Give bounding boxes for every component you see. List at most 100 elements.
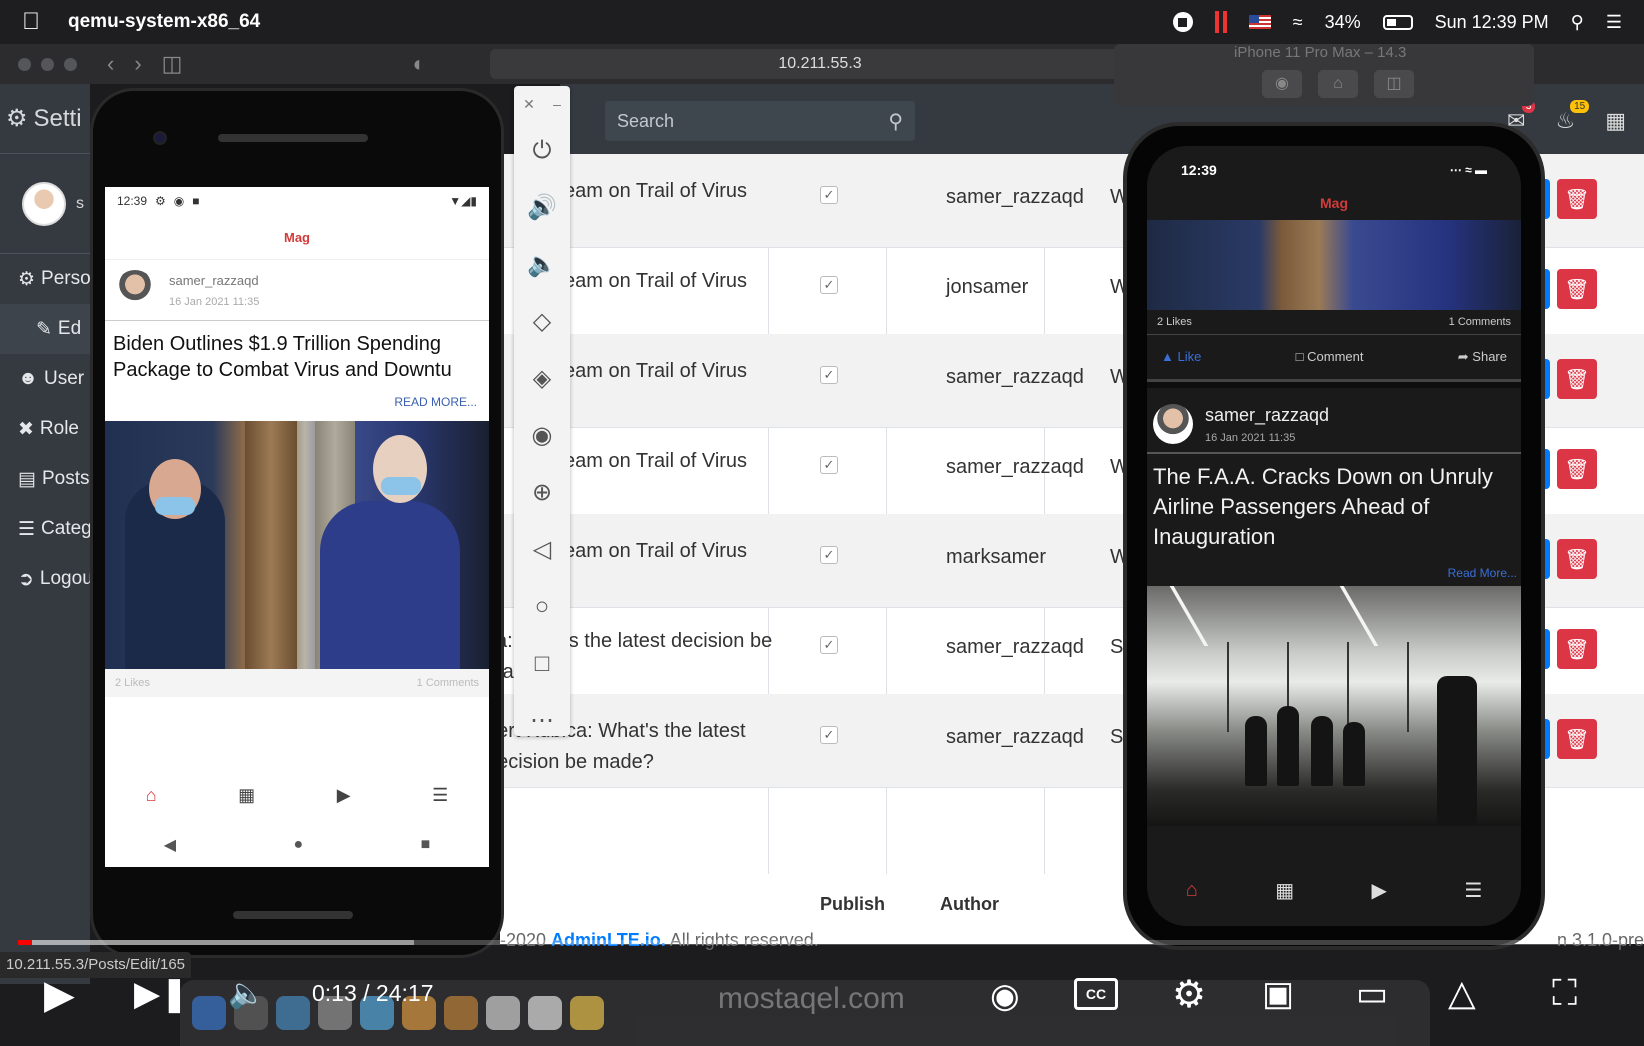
share-button[interactable]: ➦ Share — [1458, 349, 1507, 365]
delete-button[interactable]: 🗑 — [1557, 269, 1597, 309]
ios-post-title[interactable]: The F.A.A. Cracks Down on Unruly Airline… — [1147, 454, 1521, 560]
sidebar-item-edit[interactable]: ✎ Ed — [0, 304, 90, 354]
home-circle-icon[interactable]: ○ — [514, 578, 570, 635]
sidebar-user[interactable]: s — [0, 154, 90, 254]
minimize-icon[interactable]: – — [553, 96, 561, 112]
post-title-cell[interactable]: eam on Trail of Virus — [564, 266, 854, 297]
android-post-header[interactable]: samer_razzaqd 16 Jan 2021 11:35 — [105, 259, 489, 320]
clock[interactable]: Sun 12:39 PM — [1435, 12, 1549, 33]
bell-icon[interactable]: ♨ — [1555, 100, 1589, 134]
home-circle-icon[interactable]: ● — [293, 836, 303, 854]
rotate-right-icon[interactable]: ◈ — [514, 350, 570, 407]
battery-icon[interactable] — [1382, 14, 1413, 30]
recents-icon[interactable]: ■ — [421, 836, 431, 854]
published-checkbox[interactable]: ✓ — [820, 456, 838, 474]
zoom-icon[interactable]: ⊕ — [514, 464, 570, 521]
delete-button[interactable]: 🗑 — [1557, 179, 1597, 219]
cast-icon[interactable]: △ — [1448, 972, 1476, 1014]
sidebar-item-posts[interactable]: ▤ Posts — [0, 454, 90, 504]
forward-icon[interactable]: › — [134, 51, 141, 77]
apple-icon[interactable]:  — [22, 8, 40, 36]
published-checkbox[interactable]: ✓ — [820, 366, 838, 384]
zoom-window-icon[interactable] — [64, 57, 77, 71]
rotate-icon[interactable]: ◫ — [1374, 70, 1414, 98]
captions-icon[interactable]: CC — [1074, 978, 1118, 1010]
finder-icon[interactable] — [192, 996, 226, 1030]
android-read-more-link[interactable]: READ MORE... — [105, 383, 489, 421]
shield-icon[interactable]: ◐ — [412, 51, 425, 77]
ios-post-header[interactable]: samer_razzaqd 16 Jan 2021 11:35 — [1147, 382, 1521, 454]
published-checkbox[interactable]: ✓ — [820, 186, 838, 204]
close-window-icon[interactable] — [18, 57, 31, 71]
power-icon[interactable]: ⏻ — [514, 122, 570, 179]
reminders-icon[interactable] — [528, 996, 562, 1030]
post-title-cell[interactable]: eam on Trail of Virus — [564, 356, 854, 387]
search-icon[interactable]: ⚲ — [888, 109, 903, 134]
volume-up-icon[interactable]: 🔊 — [514, 179, 570, 236]
back-icon[interactable]: ‹ — [107, 51, 114, 77]
grid-icon[interactable]: ▦ — [1605, 108, 1626, 134]
delete-button[interactable]: 🗑 — [1557, 629, 1597, 669]
sidebar-header[interactable]: ⚙ Setti — [0, 84, 90, 154]
gear-icon[interactable]: ⚙ — [1172, 972, 1206, 1017]
record-icon[interactable] — [1172, 12, 1193, 32]
video-icon[interactable]: ▶ — [337, 785, 351, 806]
miniplayer-icon[interactable]: ▣ — [1262, 974, 1294, 1014]
published-checkbox[interactable]: ✓ — [820, 276, 838, 294]
autoplay-toggle-icon[interactable]: ◉ — [990, 976, 1020, 1016]
delete-button[interactable]: 🗑 — [1557, 539, 1597, 579]
home-icon[interactable]: ⌂ — [1186, 879, 1198, 902]
control-center-icon[interactable]: ☰ — [1606, 12, 1622, 33]
pause-icon[interactable] — [1214, 11, 1227, 33]
delete-button[interactable]: 🗑 — [1557, 719, 1597, 759]
screenshot-icon[interactable]: ◉ — [514, 407, 570, 464]
sidebar-item-users[interactable]: ☻ User — [0, 354, 90, 404]
sidebar-item-personal[interactable]: ⚙ Perso — [0, 254, 91, 304]
ios-post-image[interactable] — [1147, 586, 1521, 826]
grid-icon[interactable]: ▦ — [1275, 878, 1294, 903]
flag-icon[interactable] — [1248, 15, 1271, 29]
stickies-icon[interactable] — [570, 996, 604, 1030]
like-button[interactable]: ▲ Like — [1161, 349, 1201, 365]
video-icon[interactable]: ▶ — [1372, 878, 1387, 903]
wifi-icon[interactable]: ≈ — [1293, 12, 1303, 33]
home-icon[interactable]: ⌂ — [1318, 70, 1358, 98]
app-name[interactable]: qemu-system-x86_64 — [68, 11, 260, 33]
search-input[interactable]: Search ⚲ — [605, 101, 915, 141]
spotlight-icon[interactable]: ⚲ — [1571, 12, 1584, 33]
calendar-icon[interactable] — [486, 996, 520, 1030]
android-post-image[interactable] — [105, 421, 489, 669]
post-title-cell[interactable]: eam on Trail of Virus — [564, 536, 854, 567]
volume-down-icon[interactable]: 🔈 — [514, 236, 570, 293]
back-icon[interactable]: ◀ — [164, 835, 176, 855]
ios-read-more-link[interactable]: Read More... — [1147, 560, 1521, 586]
sidebar-item-logout[interactable]: ➲ Logou — [0, 554, 93, 604]
sidebar-item-categories[interactable]: ☰ Categ — [0, 504, 92, 554]
next-icon[interactable]: ▶❚ — [134, 974, 189, 1014]
back-icon[interactable]: ◁ — [514, 521, 570, 578]
ios-post-image[interactable] — [1147, 220, 1521, 310]
rotate-left-icon[interactable]: ◇ — [514, 293, 570, 350]
android-post-title[interactable]: Biden Outlines $1.9 Trillion Spending Pa… — [105, 320, 489, 383]
overview-icon[interactable]: □ — [514, 635, 570, 692]
post-title-cell[interactable]: eam on Trail of Virus — [564, 176, 854, 207]
home-icon[interactable]: ⌂ — [146, 785, 157, 806]
volume-icon[interactable]: 🔈 — [228, 976, 265, 1011]
video-progress-bar[interactable] — [18, 940, 1626, 945]
menu-icon[interactable]: ☰ — [432, 785, 448, 806]
delete-button[interactable]: 🗑 — [1557, 359, 1597, 399]
notes-icon[interactable] — [444, 996, 478, 1030]
grid-icon[interactable]: ▦ — [238, 785, 255, 806]
fullscreen-icon[interactable]: ⛶ — [1552, 972, 1577, 1015]
play-icon[interactable]: ▶ — [44, 972, 75, 1018]
menu-icon[interactable]: ☰ — [1464, 878, 1482, 903]
screenshot-icon[interactable]: ◉ — [1262, 70, 1302, 98]
post-title-cell[interactable]: eam on Trail of Virus — [564, 446, 854, 477]
comment-button[interactable]: □ Comment — [1296, 349, 1364, 365]
published-checkbox[interactable]: ✓ — [820, 726, 838, 744]
sidebar-item-roles[interactable]: ✖ Role — [0, 404, 90, 454]
more-icon[interactable]: ⋯ — [514, 692, 570, 749]
theater-mode-icon[interactable]: ▭ — [1356, 974, 1388, 1014]
delete-button[interactable]: 🗑 — [1557, 449, 1597, 489]
published-checkbox[interactable]: ✓ — [820, 636, 838, 654]
